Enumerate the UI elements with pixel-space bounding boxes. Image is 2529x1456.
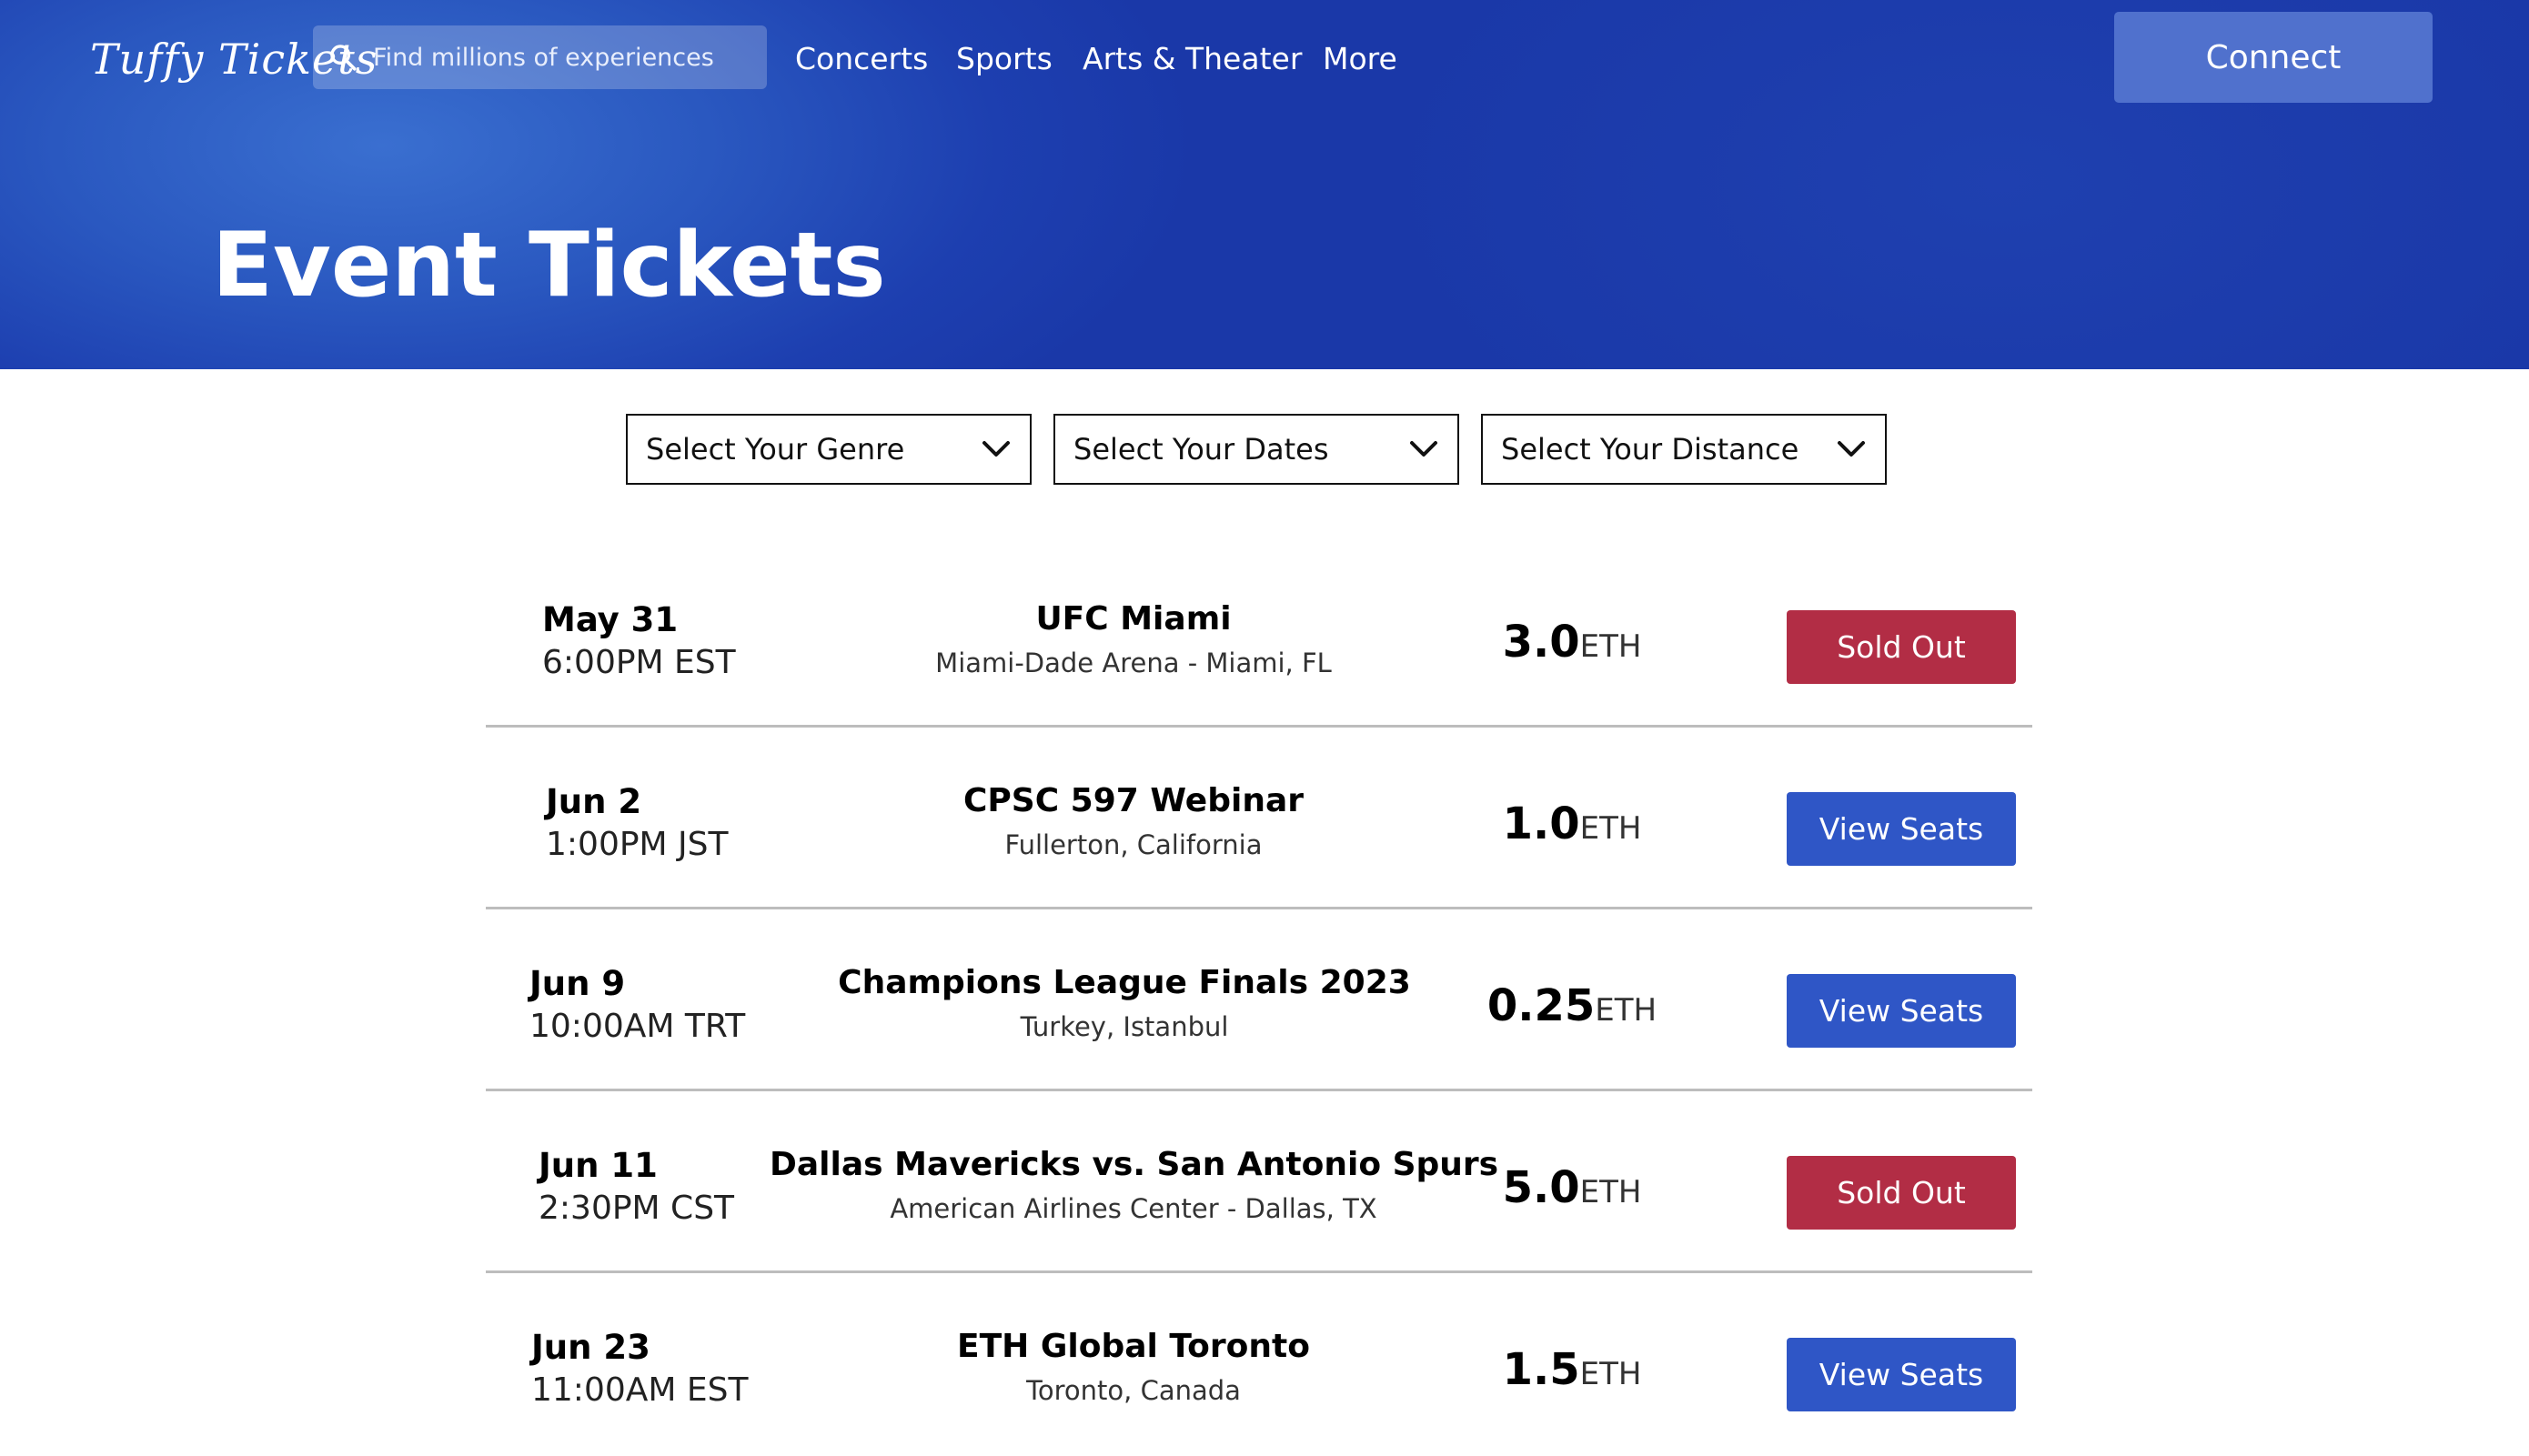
chevron-down-icon (982, 441, 1010, 457)
event-venue: Toronto, Canada (1026, 1375, 1241, 1406)
nav-sports[interactable]: Sports (956, 27, 1053, 91)
event-price: 5.0ETH (1426, 1162, 1718, 1213)
dates-select-label: Select Your Dates (1073, 432, 1329, 467)
sold-out-button[interactable]: Sold Out (1787, 610, 2016, 684)
event-date: May 31 (542, 600, 679, 639)
genre-select-label: Select Your Genre (646, 432, 905, 467)
price-value: 1.0 (1502, 798, 1580, 849)
event-row: Jun 9 10:00AM TRT Champions League Final… (486, 909, 2032, 1091)
event-date: Jun 2 (546, 782, 642, 821)
event-venue: Fullerton, California (1004, 829, 1263, 860)
event-name: CPSC 597 Webinar (963, 782, 1304, 819)
event-date: Jun 11 (539, 1146, 658, 1185)
event-row: May 31 6:00PM EST UFC Miami Miami-Dade A… (486, 546, 2032, 728)
nav-more[interactable]: More (1323, 27, 1397, 91)
view-seats-button[interactable]: View Seats (1787, 1338, 2016, 1411)
event-list: May 31 6:00PM EST UFC Miami Miami-Dade A… (486, 546, 2032, 1455)
distance-select-label: Select Your Distance (1501, 432, 1799, 467)
event-time: 10:00AM TRT (529, 1008, 746, 1045)
nav-concerts[interactable]: Concerts (795, 27, 928, 91)
search-icon (330, 45, 357, 71)
event-date: Jun 9 (529, 964, 626, 1003)
nav-arts-theater[interactable]: Arts & Theater (1083, 27, 1302, 91)
event-price: 3.0ETH (1426, 617, 1718, 668)
price-value: 5.0 (1502, 1162, 1580, 1213)
event-time: 11:00AM EST (531, 1371, 749, 1409)
price-unit: ETH (1595, 992, 1657, 1029)
event-venue: American Airlines Center - Dallas, TX (890, 1193, 1377, 1224)
search-input[interactable] (371, 42, 767, 73)
hero-banner: Tuffy Tickets Concerts Sports Arts & The… (0, 0, 2529, 369)
event-time: 1:00PM JST (546, 826, 729, 863)
event-row: Jun 11 2:30PM CST Dallas Mavericks vs. S… (486, 1091, 2032, 1273)
dates-select[interactable]: Select Your Dates (1053, 414, 1459, 485)
event-price: 0.25ETH (1426, 980, 1718, 1031)
event-time: 6:00PM EST (542, 644, 736, 681)
event-name: Champions League Finals 2023 (838, 964, 1411, 1001)
event-row: Jun 23 11:00AM EST ETH Global Toronto To… (486, 1273, 2032, 1455)
price-value: 0.25 (1486, 980, 1596, 1031)
price-value: 3.0 (1502, 617, 1580, 668)
distance-select[interactable]: Select Your Distance (1481, 414, 1887, 485)
price-value: 1.5 (1502, 1344, 1580, 1395)
event-price: 1.5ETH (1426, 1344, 1718, 1395)
event-time: 2:30PM CST (539, 1190, 735, 1227)
genre-select[interactable]: Select Your Genre (626, 414, 1032, 485)
event-name: UFC Miami (1035, 600, 1232, 638)
event-row: Jun 2 1:00PM JST CPSC 597 Webinar Fuller… (486, 728, 2032, 909)
price-unit: ETH (1579, 1174, 1642, 1210)
connect-button[interactable]: Connect (2114, 12, 2433, 103)
page-title: Event Tickets (212, 214, 886, 317)
view-seats-button[interactable]: View Seats (1787, 792, 2016, 866)
chevron-down-icon (1410, 441, 1437, 457)
sold-out-button[interactable]: Sold Out (1787, 1156, 2016, 1230)
view-seats-button[interactable]: View Seats (1787, 974, 2016, 1048)
event-price: 1.0ETH (1426, 798, 1718, 849)
event-name: Dallas Mavericks vs. San Antonio Spurs (770, 1146, 1499, 1183)
event-venue: Turkey, Istanbul (1020, 1011, 1229, 1042)
event-date: Jun 23 (531, 1328, 650, 1367)
event-name: ETH Global Toronto (957, 1328, 1310, 1365)
event-venue: Miami-Dade Arena - Miami, FL (935, 648, 1332, 678)
chevron-down-icon (1838, 441, 1865, 457)
price-unit: ETH (1579, 1356, 1642, 1392)
search-box[interactable] (313, 25, 767, 89)
price-unit: ETH (1579, 810, 1642, 847)
price-unit: ETH (1579, 628, 1642, 665)
